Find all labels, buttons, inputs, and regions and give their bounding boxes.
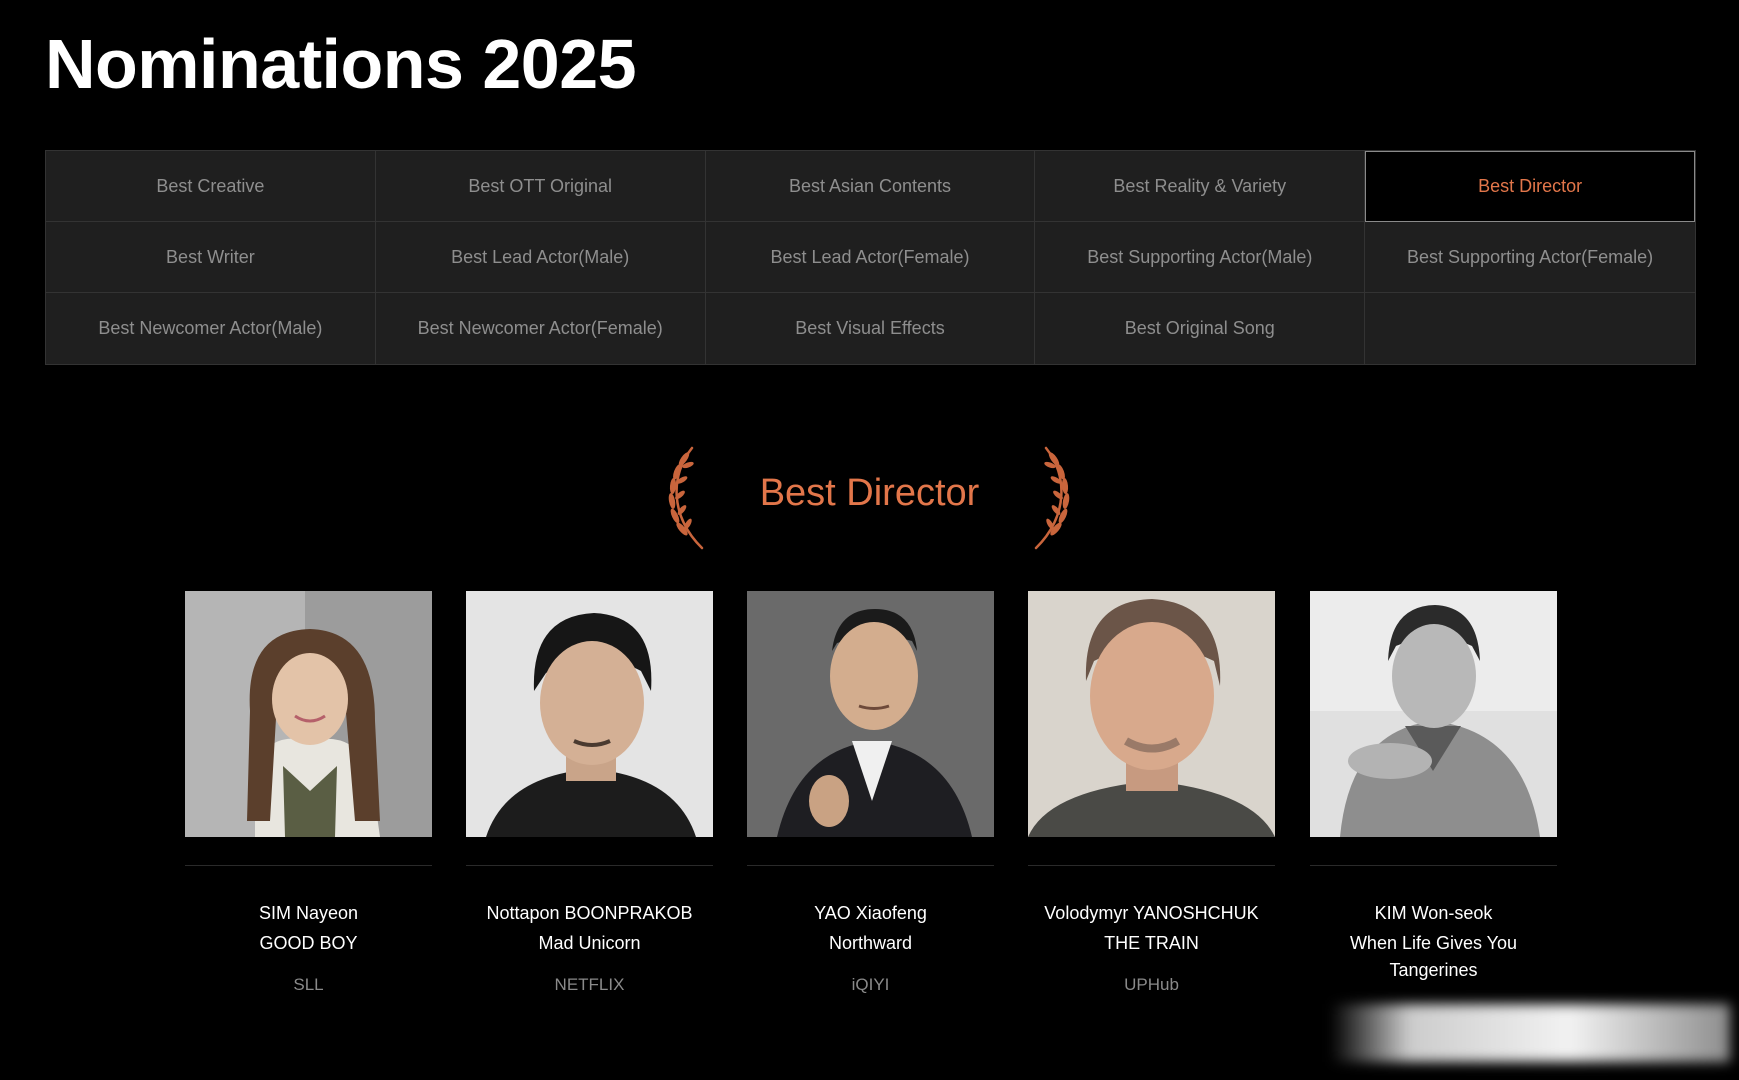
card-divider	[185, 865, 432, 866]
category-tab-best-original-song[interactable]: Best Original Song	[1035, 293, 1366, 364]
nominee-platform: NETFLIX	[554, 975, 625, 994]
nominee-photo	[1028, 591, 1275, 837]
nominee-name: Nottapon BOONPRAKOB	[486, 903, 693, 923]
nominee-card[interactable]: YAO Xiaofeng Northward iQIYI	[747, 591, 994, 997]
nominee-card[interactable]: Nottapon BOONPRAKOB Mad Unicorn NETFLIX	[466, 591, 713, 997]
category-tab-best-ott-original[interactable]: Best OTT Original	[375, 151, 706, 222]
nominee-photo	[185, 591, 432, 837]
nominee-card[interactable]: SIM Nayeon GOOD BOY SLL	[185, 591, 432, 997]
nominee-platform: UPHub	[1124, 975, 1179, 994]
category-tab-best-reality-variety[interactable]: Best Reality & Variety	[1035, 151, 1366, 222]
category-tab-best-newcomer-actor-female[interactable]: Best Newcomer Actor(Female)	[376, 293, 706, 364]
category-tab-grid: Best Creative Best OTT Original Best Asi…	[45, 150, 1696, 365]
portrait-image	[1310, 591, 1557, 837]
category-tab-best-lead-actor-female[interactable]: Best Lead Actor(Female)	[705, 222, 1036, 293]
nominee-platform: iQIYI	[851, 975, 890, 994]
section-header: Best Director	[0, 445, 1739, 550]
nominee-photo	[1310, 591, 1557, 837]
portrait-image	[466, 591, 713, 837]
category-tab-best-creative[interactable]: Best Creative	[46, 151, 376, 222]
nominee-work: THE TRAIN	[1104, 933, 1199, 953]
portrait-image	[747, 591, 994, 837]
laurel-right-icon	[1034, 446, 1070, 550]
portrait-image	[1028, 591, 1275, 837]
nominee-work: GOOD BOY	[259, 933, 358, 953]
nominee-work: Northward	[828, 933, 913, 953]
page-title: Nominations 2025	[45, 25, 637, 103]
nominee-name: SIM Nayeon	[258, 903, 359, 923]
card-divider	[1028, 865, 1275, 866]
portrait-image	[185, 591, 432, 837]
card-divider	[466, 865, 713, 866]
card-divider	[1310, 865, 1557, 866]
nominee-work: Mad Unicorn	[538, 933, 641, 953]
watermark-blur	[1330, 1004, 1730, 1062]
category-tab-best-asian-contents[interactable]: Best Asian Contents	[705, 151, 1036, 222]
nominee-photo	[747, 591, 994, 837]
nominee-list: SIM Nayeon GOOD BOY SLL Nottapon BOONPRA…	[185, 591, 1557, 1011]
nominee-platform: SLL	[293, 975, 324, 994]
section-title: Best Director	[759, 472, 980, 514]
category-tab-best-supporting-actor-male[interactable]: Best Supporting Actor(Male)	[1035, 222, 1366, 293]
category-tab-best-newcomer-actor-male[interactable]: Best Newcomer Actor(Male)	[46, 293, 376, 364]
category-tab-empty	[1365, 293, 1695, 364]
nominee-card[interactable]: Volodymyr YANOSHCHUK THE TRAIN UPHub	[1028, 591, 1275, 997]
nominee-photo	[466, 591, 713, 837]
category-tab-best-visual-effects[interactable]: Best Visual Effects	[706, 293, 1036, 364]
nominee-work: When Life Gives You Tangerines	[1349, 933, 1518, 980]
nominee-name: Volodymyr YANOSHCHUK	[1044, 903, 1259, 923]
category-tab-best-lead-actor-male[interactable]: Best Lead Actor(Male)	[375, 222, 706, 293]
category-tab-best-director[interactable]: Best Director	[1365, 151, 1695, 222]
nominee-name: KIM Won-seok	[1374, 903, 1493, 923]
category-tab-best-supporting-actor-female[interactable]: Best Supporting Actor(Female)	[1365, 222, 1695, 293]
category-tab-best-writer[interactable]: Best Writer	[46, 222, 376, 293]
card-divider	[747, 865, 994, 866]
nominee-card[interactable]: KIM Won-seok When Life Gives You Tangeri…	[1310, 591, 1557, 1000]
page: Nominations 2025 Best Creative Best OTT …	[0, 0, 1739, 1080]
nominee-name: YAO Xiaofeng	[814, 903, 927, 923]
